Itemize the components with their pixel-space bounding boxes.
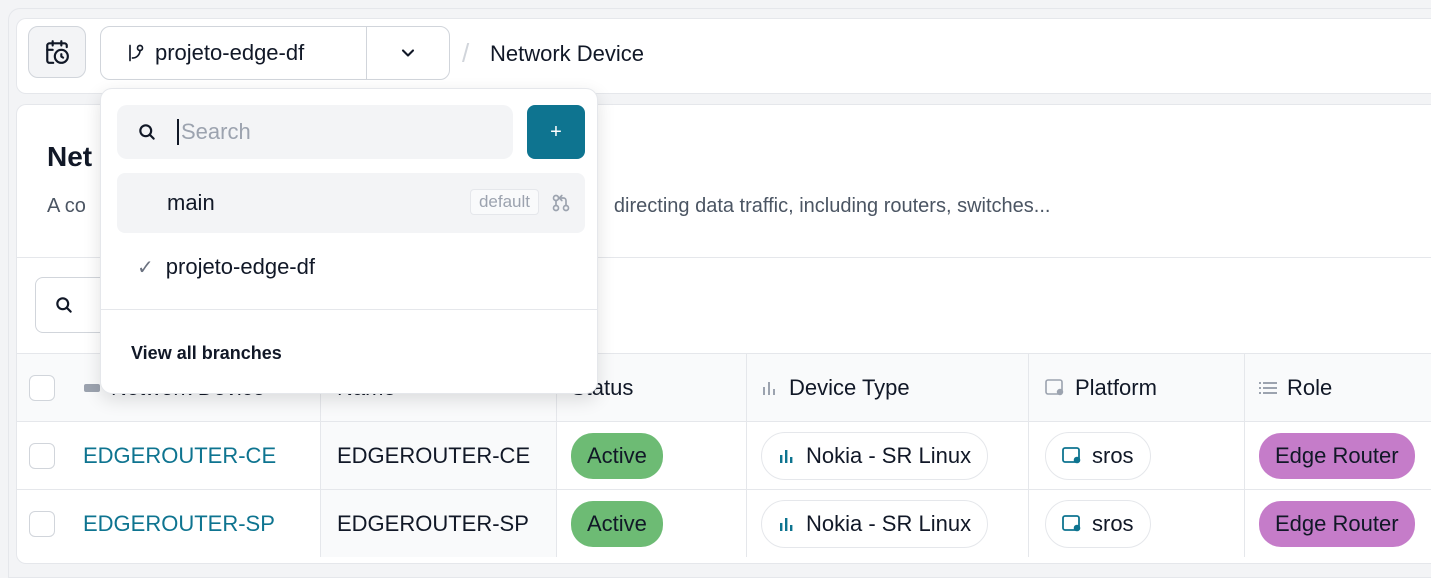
status-badge[interactable]: Active	[571, 432, 663, 479]
column-label-role: Role	[1287, 374, 1333, 400]
platform-icon	[1062, 446, 1081, 463]
add-branch-button[interactable]: +	[527, 105, 585, 159]
branch-option-label: main	[167, 190, 215, 215]
row-checkbox[interactable]	[29, 510, 55, 537]
column-header-role[interactable]: Role	[1245, 354, 1431, 421]
column-header-label: Platform	[1045, 375, 1157, 401]
device-type-label: Nokia - SR Linux	[806, 510, 972, 536]
platform-cell: sros	[1029, 422, 1245, 489]
branch-search[interactable]	[117, 105, 513, 159]
branch-search-input[interactable]	[177, 119, 477, 145]
column-header-platform[interactable]: Platform	[1029, 354, 1245, 421]
search-icon	[56, 297, 72, 313]
branch-dropdown-toggle[interactable]	[367, 43, 449, 63]
platform-icon	[1045, 378, 1064, 395]
branch-dropdown: + main default ✓ projeto-edge-df View al…	[100, 88, 598, 394]
branch-option-label: projeto-edge-df	[165, 254, 315, 279]
platform-badge[interactable]: sros	[1045, 431, 1151, 480]
select-all-checkbox[interactable]	[29, 374, 55, 401]
role-badge[interactable]: Edge Router	[1259, 500, 1415, 547]
status-badge[interactable]: Active	[571, 500, 663, 547]
page-description-start: A co	[47, 195, 86, 217]
git-merge-icon	[552, 194, 570, 212]
breadcrumb[interactable]: Network Device	[490, 41, 644, 67]
column-label-platform: Platform	[1075, 374, 1157, 400]
table-row[interactable]: EDGEROUTER-SP EDGEROUTER-SP Active Nokia…	[17, 489, 1431, 557]
page-description-end: directing data traffic, including router…	[613, 195, 1051, 217]
git-branch-icon	[129, 44, 144, 62]
column-header-device-type[interactable]: Device Type	[747, 354, 1029, 421]
column-label-device-type: Device Type	[789, 374, 910, 400]
platform-label: sros	[1092, 442, 1134, 468]
table-row[interactable]: EDGEROUTER-CE EDGEROUTER-CE Active Nokia…	[17, 421, 1431, 489]
name-cell: EDGEROUTER-CE	[321, 422, 557, 489]
platform-badge[interactable]: sros	[1045, 499, 1151, 548]
device-type-cell: Nokia - SR Linux	[747, 422, 1029, 489]
platform-cell: sros	[1029, 490, 1245, 557]
bar-chart-icon	[780, 517, 793, 531]
device-type-badge[interactable]: Nokia - SR Linux	[761, 431, 989, 480]
schedule-button[interactable]	[28, 26, 86, 78]
default-badge: default	[469, 189, 539, 215]
branch-option-main[interactable]: main default	[117, 173, 585, 233]
list-icon	[1259, 381, 1277, 394]
device-icon	[84, 383, 100, 392]
status-cell: Active	[557, 490, 747, 557]
branch-selector-main[interactable]: projeto-edge-df	[101, 27, 367, 79]
device-cell: EDGEROUTER-CE	[17, 422, 321, 489]
row-checkbox[interactable]	[29, 442, 55, 469]
role-cell: Edge Router	[1245, 490, 1431, 557]
device-link[interactable]: EDGEROUTER-CE	[83, 443, 276, 469]
bar-chart-icon	[763, 381, 775, 395]
device-link[interactable]: EDGEROUTER-SP	[83, 511, 275, 537]
status-cell: Active	[557, 422, 747, 489]
branch-selector[interactable]: projeto-edge-df	[100, 26, 450, 80]
branch-name: projeto-edge-df	[155, 40, 305, 65]
column-header-label: Device Type	[761, 375, 910, 401]
page-title: Net	[47, 141, 93, 172]
calendar-clock-icon	[46, 40, 69, 64]
breadcrumb-separator: /	[462, 38, 470, 68]
name-cell: EDGEROUTER-SP	[321, 490, 557, 557]
branch-option-projeto-edge-df[interactable]: ✓ projeto-edge-df	[117, 237, 585, 297]
column-header-label: Role	[1259, 375, 1332, 401]
platform-icon	[1062, 514, 1081, 531]
device-type-cell: Nokia - SR Linux	[747, 490, 1029, 557]
view-all-branches-link[interactable]: View all branches	[131, 343, 282, 364]
device-type-badge[interactable]: Nokia - SR Linux	[761, 499, 989, 548]
chevron-down-icon	[401, 49, 415, 57]
device-type-label: Nokia - SR Linux	[806, 442, 972, 468]
divider	[101, 309, 597, 310]
device-cell: EDGEROUTER-SP	[17, 490, 321, 557]
platform-label: sros	[1092, 510, 1134, 536]
search-icon	[139, 124, 155, 140]
check-icon: ✓	[137, 256, 154, 279]
role-cell: Edge Router	[1245, 422, 1431, 489]
bar-chart-icon	[780, 449, 793, 463]
role-badge[interactable]: Edge Router	[1259, 432, 1415, 479]
